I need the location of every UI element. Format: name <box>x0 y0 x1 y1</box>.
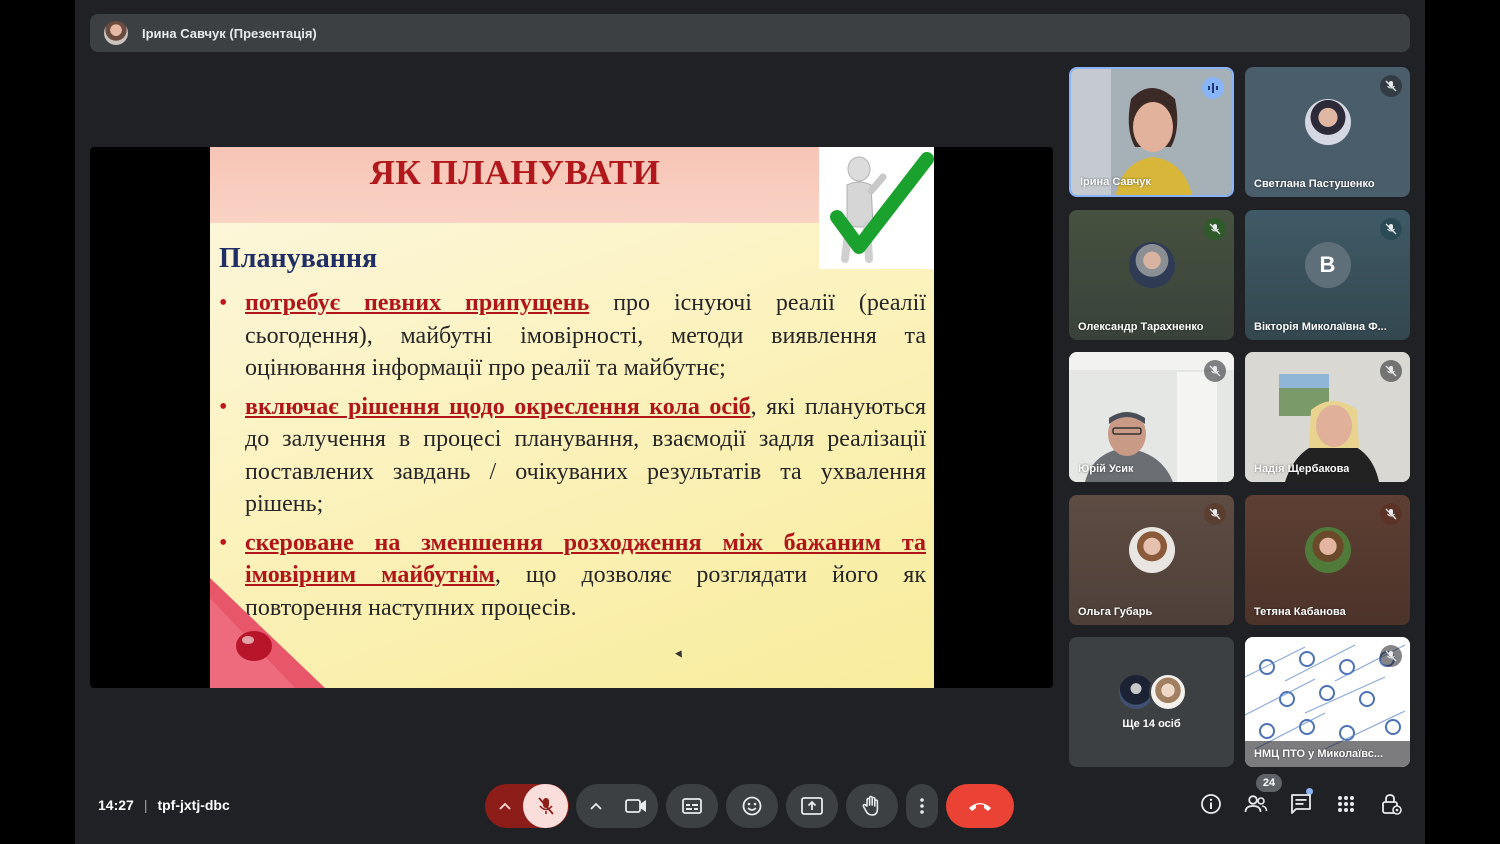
presenter-avatar <box>104 21 128 45</box>
reactions-button[interactable] <box>726 784 778 828</box>
mic-off-icon <box>1204 360 1226 382</box>
presentation-stage[interactable]: ЯК ПЛАНУВАТИ Планування • потребує певних… <box>90 147 1053 688</box>
participant-avatar: В <box>1304 241 1351 288</box>
slide-corner-decoration <box>210 578 325 688</box>
meeting-time: 14:27 <box>98 797 134 813</box>
mic-toggle-button[interactable] <box>523 784 568 828</box>
participant-tile[interactable]: Надія Щербакова <box>1245 352 1410 482</box>
slide-bullet: • включає рішення щодо окреслення кола ос… <box>219 393 926 518</box>
checkmark-figure-illustration <box>819 147 934 269</box>
camera-toggle-button[interactable] <box>613 784 658 828</box>
host-controls-icon <box>1380 793 1402 820</box>
participant-avatar <box>1128 526 1175 573</box>
mic-off-icon <box>1380 360 1402 382</box>
mic-off-icon <box>1380 218 1402 240</box>
mic-off-icon <box>536 796 556 816</box>
meeting-details-button[interactable] <box>1198 793 1224 819</box>
more-vert-icon <box>920 798 924 814</box>
raise-hand-button[interactable] <box>846 784 898 828</box>
participant-tile[interactable]: В Вікторія Миколаївна Ф... <box>1245 210 1410 340</box>
chat-button[interactable] <box>1288 793 1314 819</box>
emoji-icon <box>742 796 762 816</box>
participant-avatar <box>1128 241 1175 288</box>
meeting-code[interactable]: tpf-jxtj-dbc <box>157 797 229 813</box>
speaking-indicator-icon <box>1202 77 1224 99</box>
participant-name: Надія Щербакова <box>1254 463 1350 475</box>
more-participants-label: Ще 14 осіб <box>1122 718 1181 730</box>
more-options-button[interactable] <box>906 784 938 828</box>
presenter-bar: Ірина Савчук (Презентація) <box>90 14 1410 52</box>
participant-name: Олександр Тарахненко <box>1078 321 1204 333</box>
end-call-button[interactable] <box>946 784 1014 828</box>
participant-avatar <box>1304 98 1351 145</box>
chat-icon <box>1290 793 1312 820</box>
activities-icon <box>1337 795 1355 818</box>
participants-count-badge: 24 <box>1256 774 1282 792</box>
mic-off-icon <box>1204 218 1226 240</box>
captions-icon <box>682 798 702 814</box>
participant-name: Светлана Пастушенко <box>1254 178 1375 190</box>
present-icon <box>801 797 823 815</box>
raise-hand-icon <box>862 795 882 817</box>
host-controls-button[interactable] <box>1378 793 1404 819</box>
slide-heading: Планування <box>219 243 378 274</box>
slide-title: ЯК ПЛАНУВАТИ <box>369 153 661 192</box>
people-icon <box>1244 794 1268 818</box>
mouse-cursor <box>675 648 685 658</box>
participant-name: Тетяна Кабанова <box>1254 606 1346 618</box>
meeting-info-separator: | <box>143 797 148 813</box>
participant-name: Юрій Усик <box>1078 463 1134 475</box>
participant-avatar <box>1304 526 1351 573</box>
participant-tile[interactable]: Светлана Пастушенко <box>1245 67 1410 197</box>
participant-tile[interactable]: Ірина Савчук <box>1069 67 1234 197</box>
mic-off-icon <box>1380 75 1402 97</box>
mic-off-icon <box>1204 503 1226 525</box>
camera-icon <box>624 798 647 814</box>
participant-name: Вікторія Миколаївна Ф... <box>1254 321 1387 333</box>
info-icon <box>1200 793 1222 820</box>
participant-name: НМЦ ПТО у Миколаївс... <box>1254 748 1384 760</box>
presenter-name: Ірина Савчук (Презентація) <box>142 25 317 41</box>
participant-tile[interactable]: НМЦ ПТО у Миколаївс... <box>1245 637 1410 767</box>
participant-tile[interactable]: Ольга Губарь <box>1069 495 1234 625</box>
captions-button[interactable] <box>666 784 718 828</box>
mic-off-icon <box>1380 503 1402 525</box>
mic-off-icon <box>1380 645 1402 667</box>
chevron-up-icon <box>499 802 511 810</box>
people-button[interactable] <box>1243 793 1269 819</box>
more-participants-tile[interactable]: Ще 14 осіб <box>1069 637 1234 767</box>
end-call-icon <box>967 800 993 812</box>
slide: ЯК ПЛАНУВАТИ Планування • потребує певних… <box>210 147 934 688</box>
participant-tile[interactable]: Юрій Усик <box>1069 352 1234 482</box>
present-now-button[interactable] <box>786 784 838 828</box>
chevron-up-icon <box>590 802 602 810</box>
participant-name: Ірина Савчук <box>1080 176 1151 188</box>
meet-window: Ірина Савчук (Презентація) ЯК ПЛАНУВАТИ … <box>75 0 1425 844</box>
meeting-info: 14:27 | tpf-jxtj-dbc <box>98 797 230 813</box>
participant-tile[interactable]: Олександр Тарахненко <box>1069 210 1234 340</box>
participant-name: Ольга Губарь <box>1078 606 1153 618</box>
activities-button[interactable] <box>1333 793 1359 819</box>
participant-tile[interactable]: Тетяна Кабанова <box>1245 495 1410 625</box>
slide-bullet: • потребує певних припущень про існуючі р… <box>219 290 926 381</box>
participant-avatar-stack <box>1117 673 1187 713</box>
